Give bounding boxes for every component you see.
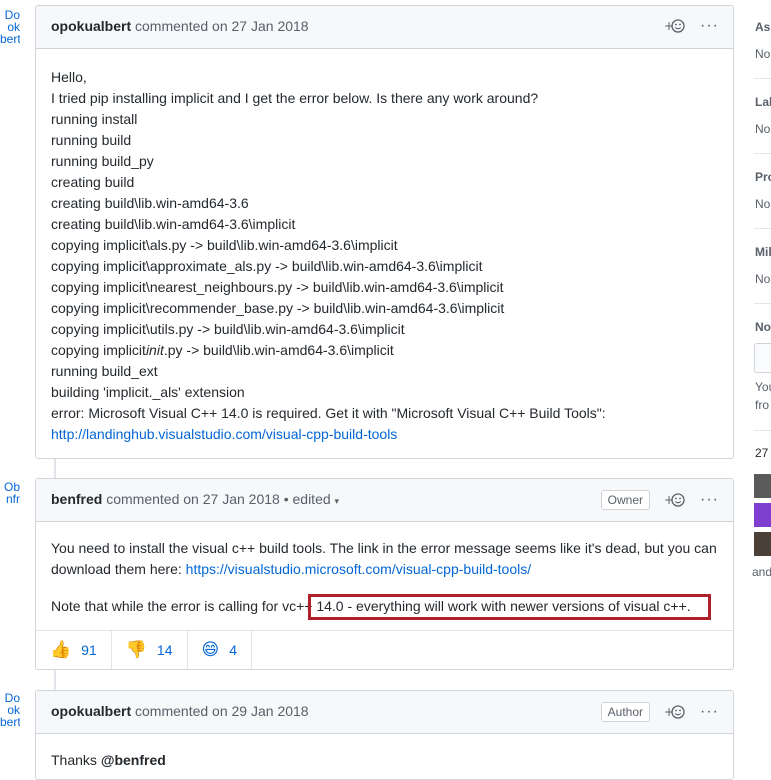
notification-text: You [755, 380, 771, 394]
add-reaction-icon[interactable]: + [664, 703, 686, 721]
comment-meta: benfred commented on 27 Jan 2018 • edite… [51, 491, 339, 507]
reaction-thumbs-down[interactable]: 👎 14 [112, 631, 188, 669]
reaction-thumbs-up[interactable]: 👍 91 [36, 631, 112, 669]
sidebar-divider [754, 153, 771, 154]
body-line: error: Microsoft Visual C++ 14.0 is requ… [51, 405, 606, 421]
comment-header: opokualbert commented on 29 Jan 2018 Aut… [36, 691, 733, 734]
comment-date[interactable]: 27 Jan 2018 [203, 491, 280, 507]
reaction-count: 4 [229, 642, 238, 658]
reactions-bar: 👍 91 👎 14 😄 4 [36, 630, 733, 669]
body-line: creating build\lib.win-amd64-3.6\implici… [51, 216, 296, 232]
body-line: copying implicit\utils.py -> build\lib.w… [51, 321, 405, 337]
sidebar-value: No [755, 122, 771, 136]
body-line: copying implicit\als.py -> build\lib.win… [51, 237, 398, 253]
sidebar-heading-projects[interactable]: Pro [755, 170, 771, 184]
body-line: running build [51, 132, 132, 148]
sidebar-divider [754, 303, 771, 304]
body-line: copying implicit\approximate_als.py -> b… [51, 258, 483, 274]
comment-actions: Author + ··· [600, 702, 719, 722]
highlight-box [308, 594, 711, 620]
sidebar-heading-labels[interactable]: Lab [755, 95, 771, 109]
body-line: running build_py [51, 153, 154, 169]
body-paragraph: Thanks @benfred [51, 752, 166, 768]
comment-body: Thanks @benfred [36, 734, 733, 779]
laugh-icon: 😄 [201, 640, 220, 659]
comment-meta: opokualbert commented on 29 Jan 2018 [51, 703, 309, 719]
more-options-icon[interactable]: ··· [700, 18, 719, 34]
comment-box: opokualbert commented on 27 Jan 2018 + ·… [35, 5, 734, 459]
sidebar-divider [754, 430, 771, 431]
comment-meta: opokualbert commented on 27 Jan 2018 [51, 18, 309, 34]
body-line: copying implicitinit.py -> build\lib.win… [51, 342, 394, 358]
owner-badge: Owner [600, 490, 651, 510]
body-line: creating build [51, 174, 135, 190]
comment-header: benfred commented on 27 Jan 2018 • edite… [36, 479, 733, 522]
thumbs-up-icon: 👍 [50, 640, 72, 659]
timeline-connector [54, 670, 56, 690]
participant-avatar[interactable] [754, 532, 771, 556]
sidebar-value: No [755, 47, 771, 61]
author-badge: Author [600, 702, 651, 722]
author-link-fragment[interactable]: Ob nfr [0, 481, 20, 505]
sidebar-heading-notifications: No [755, 320, 771, 334]
notification-text: fro [755, 398, 770, 412]
comment-author[interactable]: benfred [51, 491, 102, 507]
more-options-icon[interactable]: ··· [700, 492, 719, 508]
add-reaction-icon[interactable]: + [664, 17, 686, 35]
comment-author[interactable]: opokualbert [51, 703, 131, 719]
comment-action: commented on [106, 491, 199, 507]
body-line: running build_ext [51, 363, 158, 379]
comment-box: benfred commented on 27 Jan 2018 • edite… [35, 478, 734, 670]
comment-author[interactable]: opokualbert [51, 18, 131, 34]
participant-avatar[interactable] [754, 474, 771, 498]
sidebar-heading-assignees[interactable]: Ass [755, 20, 771, 34]
timeline-connector [54, 458, 56, 478]
comment-body: Hello, I tried pip installing implicit a… [36, 49, 733, 455]
sidebar-divider [754, 78, 771, 79]
comment-header: opokualbert commented on 27 Jan 2018 + ·… [36, 6, 733, 49]
reaction-laugh[interactable]: 😄 4 [188, 631, 253, 669]
sidebar-value: No [755, 272, 771, 286]
comment-box: opokualbert commented on 29 Jan 2018 Aut… [35, 690, 734, 780]
body-paragraph: You need to install the visual c++ build… [51, 540, 717, 577]
participants-count: 27 [755, 446, 769, 460]
body-line: building 'implicit._als' extension [51, 384, 245, 400]
body-line: running install [51, 111, 138, 127]
comment-date[interactable]: 29 Jan 2018 [232, 703, 309, 719]
subscribe-button[interactable] [754, 343, 771, 373]
edited-dropdown[interactable]: • edited ▾ [284, 491, 339, 507]
body-line: creating build\lib.win-amd64-3.6 [51, 195, 249, 211]
reaction-count: 14 [156, 642, 173, 658]
body-line: copying implicit\nearest_neighbours.py -… [51, 279, 504, 295]
participants-and-more[interactable]: and [752, 565, 771, 579]
thumbs-down-icon: 👎 [125, 640, 147, 659]
caret-down-icon: ▾ [334, 496, 340, 506]
comment-actions: Owner + ··· [600, 490, 719, 510]
visualstudio-link[interactable]: https://visualstudio.microsoft.com/visua… [186, 561, 531, 577]
comment-action: commented on [135, 703, 228, 719]
body-line: copying implicit\recommender_base.py -> … [51, 300, 505, 316]
build-tools-link[interactable]: http://landinghub.visualstudio.com/visua… [51, 426, 397, 442]
mention-link[interactable]: @benfred [101, 752, 166, 768]
more-options-icon[interactable]: ··· [700, 704, 719, 720]
reaction-count: 91 [81, 642, 97, 658]
comment-action: commented on [135, 18, 228, 34]
author-link-fragment[interactable]: Do ok bert [0, 9, 20, 45]
add-reaction-icon[interactable]: + [664, 491, 686, 509]
sidebar: Ass No Lab No Pro No Mil No No You fro 2… [750, 0, 771, 765]
sidebar-divider [754, 228, 771, 229]
sidebar-heading-milestone[interactable]: Mil [755, 245, 771, 259]
participant-avatar[interactable] [754, 503, 771, 527]
body-line: I tried pip installing implicit and I ge… [51, 90, 539, 106]
comment-actions: + ··· [664, 17, 719, 35]
author-link-fragment[interactable]: Do ok bert [0, 692, 20, 728]
comment-date[interactable]: 27 Jan 2018 [232, 18, 309, 34]
sidebar-value: No [755, 197, 771, 211]
body-line: Hello, [51, 69, 87, 85]
